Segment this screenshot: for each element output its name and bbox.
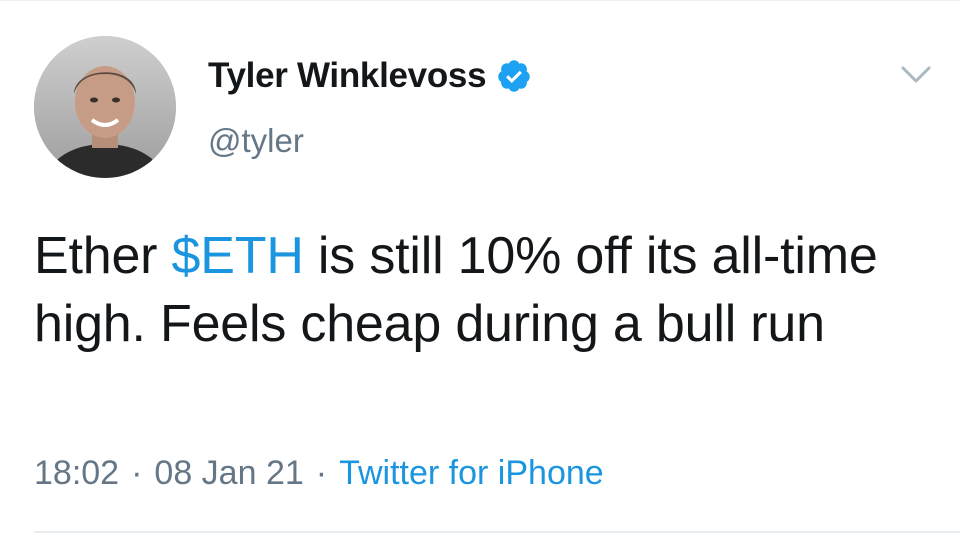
tweet-text-before: Ether — [34, 227, 172, 285]
verified-badge-icon — [498, 60, 530, 92]
tweet-date[interactable]: 08 Jan 21 — [154, 454, 303, 493]
bottom-divider — [34, 531, 960, 533]
tweet-text: Ether $ETH is still 10% off its all-time… — [34, 222, 934, 358]
author-handle[interactable]: @tyler — [208, 122, 304, 160]
cashtag-link[interactable]: $ETH — [172, 227, 304, 285]
profile-photo-icon — [34, 36, 176, 178]
author-name-row: Tyler Winklevoss — [208, 54, 532, 98]
avatar[interactable] — [34, 36, 176, 178]
separator-dot: · — [315, 454, 328, 492]
tweet-metadata: 18:02 · 08 Jan 21 · Twitter for iPhone — [34, 454, 604, 493]
tweet-card: Tyler Winklevoss @tyler Ether $ETH is st… — [0, 0, 960, 541]
top-divider — [0, 0, 960, 1]
tweet-source-link[interactable]: Twitter for iPhone — [339, 454, 604, 493]
separator-dot: · — [131, 454, 143, 492]
tweet-time[interactable]: 18:02 — [34, 454, 119, 493]
author-display-name[interactable]: Tyler Winklevoss — [208, 56, 487, 96]
chevron-down-icon[interactable] — [899, 62, 933, 88]
